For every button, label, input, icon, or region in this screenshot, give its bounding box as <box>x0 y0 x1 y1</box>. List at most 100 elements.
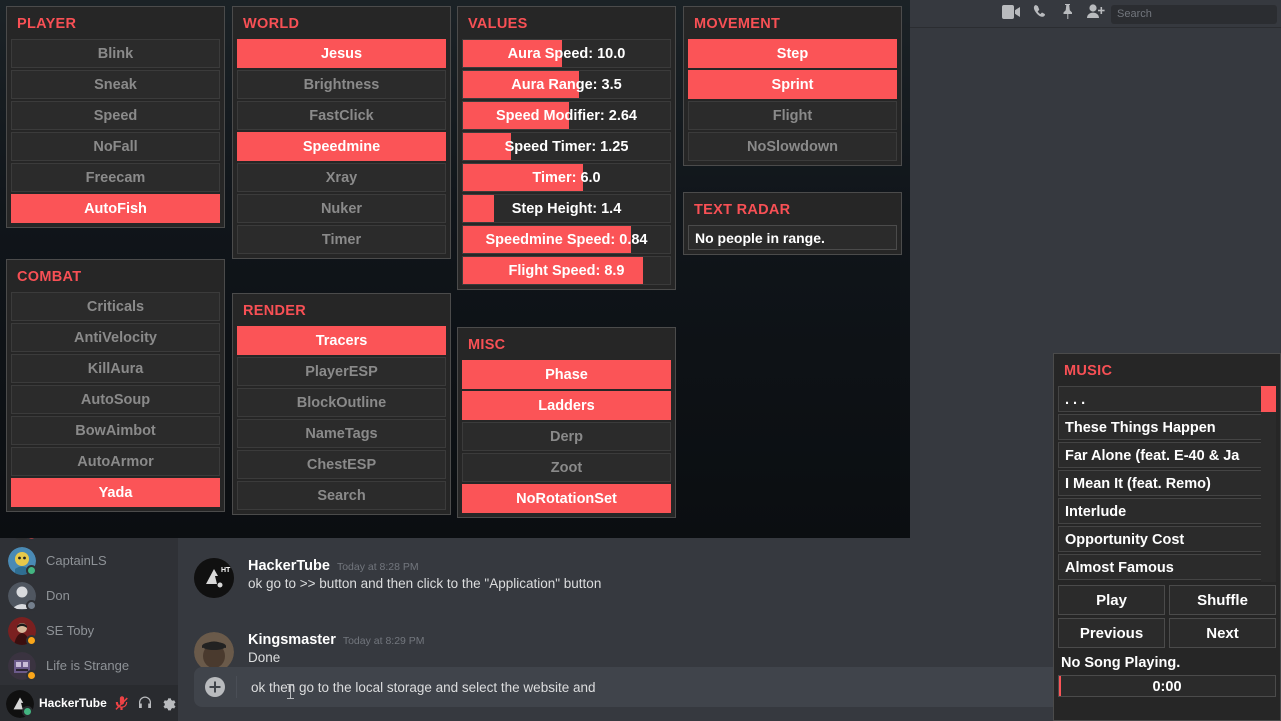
module-button-brightness[interactable]: Brightness <box>237 70 446 99</box>
list-item[interactable]: SE Toby <box>0 613 178 648</box>
avatar[interactable] <box>194 632 234 672</box>
slider-step-height[interactable]: Step Height: 1.4 <box>462 194 671 223</box>
phone-call-icon[interactable] <box>1033 4 1048 19</box>
module-button-noslowdown[interactable]: NoSlowdown <box>688 132 897 161</box>
panel-world: WORLD Jesus Brightness FastClick Speedmi… <box>232 6 451 259</box>
module-button-autofish[interactable]: AutoFish <box>11 194 220 223</box>
module-button-playeresp[interactable]: PlayerESP <box>237 357 446 386</box>
progress-fill <box>1059 676 1061 696</box>
panel-misc: MISC Phase Ladders Derp Zoot NoRotationS… <box>457 327 676 518</box>
module-button-phase[interactable]: Phase <box>462 360 671 389</box>
slider-aura-range[interactable]: Aura Range: 3.5 <box>462 70 671 99</box>
dm-name: Life is Strange <box>46 658 130 673</box>
radar-entry: No people in range. <box>688 225 897 250</box>
slider-label: Speed Timer: 1.25 <box>504 139 629 155</box>
list-item[interactable]: Life is Strange <box>0 648 178 683</box>
list-item[interactable]: I Mean It (feat. Remo) <box>1058 470 1276 496</box>
module-button-nofall[interactable]: NoFall <box>11 132 220 161</box>
gear-icon[interactable] <box>160 695 176 711</box>
module-button-timer[interactable]: Timer <box>237 225 446 254</box>
module-button-derp[interactable]: Derp <box>462 422 671 451</box>
add-friend-icon[interactable] <box>1087 4 1105 19</box>
module-button-search[interactable]: Search <box>237 481 446 510</box>
panel-values: VALUES Aura Speed: 10.0 Aura Range: 3.5 … <box>457 6 676 290</box>
scrollbar[interactable] <box>1261 386 1276 582</box>
slider-flight-speed[interactable]: Flight Speed: 8.9 <box>462 256 671 285</box>
slider-timer[interactable]: Timer: 6.0 <box>462 163 671 192</box>
play-button[interactable]: Play <box>1058 585 1165 615</box>
message-timestamp: Today at 8:28 PM <box>336 561 419 573</box>
module-button-speed[interactable]: Speed <box>11 101 220 130</box>
avatar[interactable] <box>6 690 34 718</box>
module-button-sprint[interactable]: Sprint <box>688 70 897 99</box>
status-indicator <box>26 634 37 646</box>
module-button-step[interactable]: Step <box>688 39 897 68</box>
user-bar: HackerTube <box>0 685 178 721</box>
module-button-xray[interactable]: Xray <box>237 163 446 192</box>
status-indicator <box>26 564 37 576</box>
avatar[interactable]: HT <box>194 558 234 598</box>
list-item[interactable]: Far Alone (feat. E-40 & Ja <box>1058 442 1276 468</box>
slider-speedmine-speed[interactable]: Speedmine Speed: 0.84 <box>462 225 671 254</box>
list-item[interactable]: CaptainLS <box>0 543 178 578</box>
module-button-norotationset[interactable]: NoRotationSet <box>462 484 671 513</box>
module-button-ladders[interactable]: Ladders <box>462 391 671 420</box>
attach-plus-icon[interactable] <box>204 676 226 698</box>
panel-title: WORLD <box>243 16 300 32</box>
list-item[interactable]: Don <box>0 578 178 613</box>
module-button-criticals[interactable]: Criticals <box>11 292 220 321</box>
module-button-blockoutline[interactable]: BlockOutline <box>237 388 446 417</box>
shuffle-button[interactable]: Shuffle <box>1169 585 1276 615</box>
music-controls-row-2: Previous Next <box>1058 618 1276 648</box>
list-item[interactable]: Almost Famous <box>1058 554 1276 580</box>
module-button-chestesp[interactable]: ChestESP <box>237 450 446 479</box>
list-item[interactable]: . . . <box>1058 386 1276 412</box>
module-button-jesus[interactable]: Jesus <box>237 39 446 68</box>
pin-icon[interactable] <box>1061 4 1074 19</box>
microphone-muted-icon[interactable] <box>114 695 130 711</box>
module-button-zoot[interactable]: Zoot <box>462 453 671 482</box>
list-item[interactable]: Opportunity Cost <box>1058 526 1276 552</box>
module-button-sneak[interactable]: Sneak <box>11 70 220 99</box>
panel-player: PLAYER Blink Sneak Speed NoFall Freecam … <box>6 6 225 228</box>
slider-speed-modifier[interactable]: Speed Modifier: 2.64 <box>462 101 671 130</box>
current-username: HackerTube <box>39 696 107 710</box>
module-button-killaura[interactable]: KillAura <box>11 354 220 383</box>
module-button-nametags[interactable]: NameTags <box>237 419 446 448</box>
module-button-autoarmor[interactable]: AutoArmor <box>11 447 220 476</box>
list-item[interactable]: These Things Happen <box>1058 414 1276 440</box>
message-author: HackerTube <box>248 558 330 574</box>
list-item[interactable]: Interlude <box>1058 498 1276 524</box>
module-button-freecam[interactable]: Freecam <box>11 163 220 192</box>
panel-combat: COMBAT Criticals AntiVelocity KillAura A… <box>6 259 225 512</box>
music-progress-bar[interactable]: 0:00 <box>1058 675 1276 697</box>
video-call-icon[interactable] <box>1002 4 1020 19</box>
module-button-fastclick[interactable]: FastClick <box>237 101 446 130</box>
panel-title: PLAYER <box>17 16 77 32</box>
module-button-flight[interactable]: Flight <box>688 101 897 130</box>
search-input[interactable] <box>1111 5 1277 24</box>
module-button-nuker[interactable]: Nuker <box>237 194 446 223</box>
module-button-yada[interactable]: Yada <box>11 478 220 507</box>
module-button-autosoup[interactable]: AutoSoup <box>11 385 220 414</box>
module-button-tracers[interactable]: Tracers <box>237 326 446 355</box>
avatar <box>8 616 37 646</box>
slider-label: Aura Speed: 10.0 <box>507 46 626 62</box>
module-button-antivelocity[interactable]: AntiVelocity <box>11 323 220 352</box>
slider-label: Speedmine Speed: 0.84 <box>485 232 648 248</box>
status-indicator <box>22 706 33 717</box>
panel-title: MISC <box>468 337 506 353</box>
previous-button[interactable]: Previous <box>1058 618 1165 648</box>
panel-movement: MOVEMENT Step Sprint Flight NoSlowdown <box>683 6 902 166</box>
module-button-speedmine[interactable]: Speedmine <box>237 132 446 161</box>
next-button[interactable]: Next <box>1169 618 1276 648</box>
module-button-blink[interactable]: Blink <box>11 39 220 68</box>
module-button-bowaimbot[interactable]: BowAimbot <box>11 416 220 445</box>
headphones-icon[interactable] <box>137 695 153 711</box>
svg-text:HT: HT <box>221 567 231 574</box>
slider-label: Aura Range: 3.5 <box>511 77 622 93</box>
slider-aura-speed[interactable]: Aura Speed: 10.0 <box>462 39 671 68</box>
slider-speed-timer[interactable]: Speed Timer: 1.25 <box>462 132 671 161</box>
scrollbar-thumb[interactable] <box>1261 386 1276 412</box>
status-indicator <box>26 599 37 611</box>
